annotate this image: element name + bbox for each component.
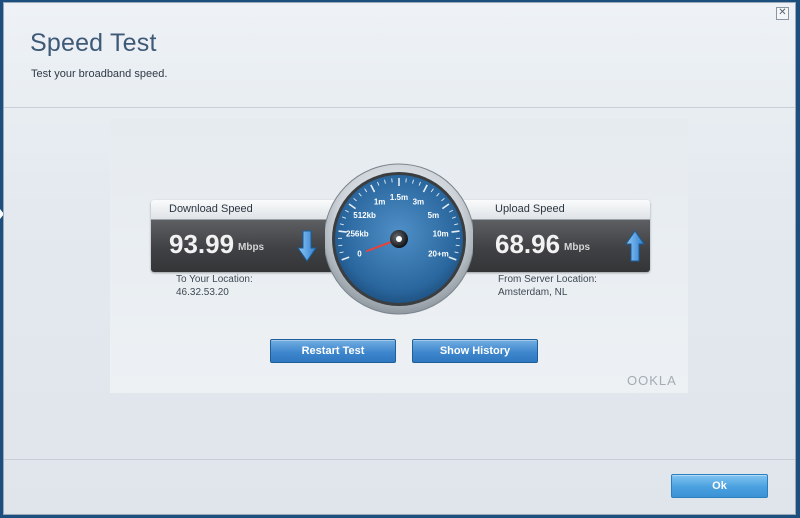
gauge-tick-label: 512kb	[353, 211, 376, 220]
gauge-tick-label: 256kb	[346, 230, 369, 239]
gauge-tick-label: 1.5m	[390, 193, 408, 202]
show-history-button[interactable]: Show History	[412, 339, 538, 363]
gauge-tick-label: 1m	[374, 198, 386, 207]
gauge-hub-center	[396, 236, 402, 242]
close-icon[interactable]: ✕	[776, 7, 789, 20]
upload-speed-value: 68.96	[495, 229, 561, 259]
gauge-tick-label: 20+m	[428, 249, 449, 258]
gauge-tick-label: 5m	[428, 211, 440, 220]
divider	[4, 107, 795, 108]
speed-gauge: 0 256kb 512kb 1m 1.5m 3m5m 10m 20+m	[325, 163, 473, 315]
arrow-down-icon	[297, 230, 317, 262]
page-subtitle: Test your broadband speed.	[31, 68, 168, 80]
upload-location-label: From Server Location:	[498, 274, 597, 285]
ok-button[interactable]: Ok	[671, 474, 768, 498]
speed-test-panel: Download Speed 93.99 Mbps To Your Locati…	[110, 119, 688, 393]
page-title: Speed Test	[30, 29, 157, 57]
divider	[4, 459, 795, 460]
upload-speed-unit: Mbps	[564, 242, 591, 253]
upload-location: From Server Location: Amsterdam, NL	[498, 273, 597, 299]
gauge-tick-label: 3m	[413, 198, 425, 207]
download-speed-unit: Mbps	[238, 242, 265, 253]
download-speed-value: 93.99	[169, 229, 235, 259]
download-location-label: To Your Location:	[176, 274, 253, 285]
download-location: To Your Location: 46.32.53.20	[176, 273, 253, 299]
gauge-tick-label: 0	[357, 249, 362, 258]
gauge-tick-label: 10m	[433, 230, 449, 239]
restart-test-button[interactable]: Restart Test	[270, 339, 396, 363]
ookla-logo: OOKLA	[627, 373, 677, 388]
speed-test-dialog: ✕ Speed Test Test your broadband speed. …	[4, 3, 795, 514]
upload-speed-panel: Upload Speed 68.96 Mbps	[445, 200, 650, 272]
arrow-up-icon	[625, 230, 645, 262]
upload-speed-label: Upload Speed	[445, 200, 650, 220]
download-location-value: 46.32.53.20	[176, 287, 229, 298]
gauge-tick	[451, 230, 460, 233]
upload-location-value: Amsterdam, NL	[498, 287, 568, 298]
